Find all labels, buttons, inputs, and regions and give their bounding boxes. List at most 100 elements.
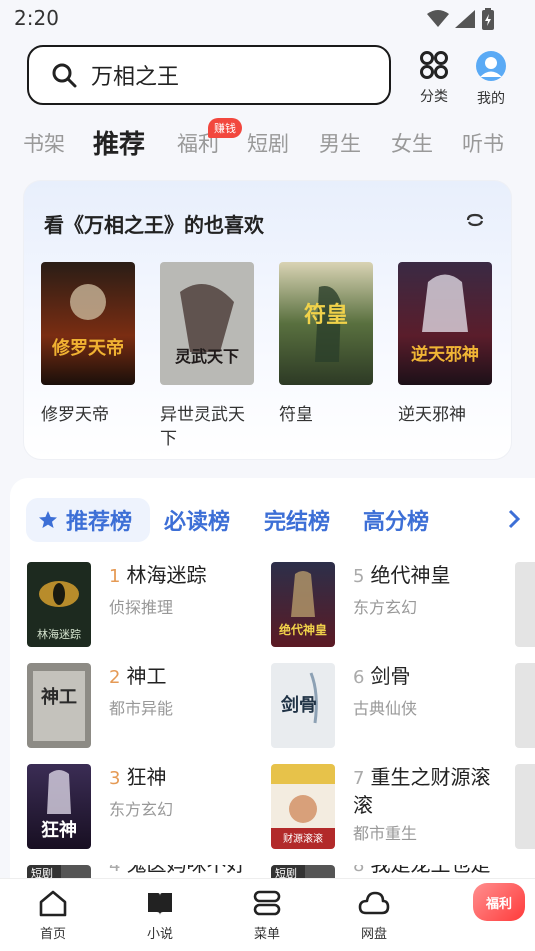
ranking-title: 1 林海迷踪 xyxy=(109,563,207,587)
ranking-genre: 东方玄幻 xyxy=(353,598,418,617)
book-item[interactable]: 修罗天帝 修罗天帝 xyxy=(41,262,135,427)
book-cover: 符皇 xyxy=(279,262,373,385)
tab-completed-rank[interactable]: 完结榜 xyxy=(264,504,330,536)
category-button[interactable]: 分类 xyxy=(409,50,459,106)
book-cover: 短剧 xyxy=(27,865,91,878)
cloud-icon xyxy=(358,891,390,915)
ranking-title: 6 剑骨 xyxy=(353,664,411,688)
channel-tabs: 书架 推荐 福利 短剧 男生 女生 听书 xyxy=(0,122,535,166)
tab-male[interactable]: 男生 xyxy=(319,128,361,158)
nav-home[interactable]: 首页 xyxy=(23,889,83,942)
tab-must-read-rank[interactable]: 必读榜 xyxy=(164,504,230,536)
tab-audiobook[interactable]: 听书 xyxy=(462,128,504,158)
ranking-item[interactable]: 短剧 4鬼医妈咪不好 xyxy=(27,865,257,878)
ranking-tabs: 推荐榜 必读榜 完结榜 高分榜 xyxy=(26,498,535,542)
grid-icon xyxy=(420,51,448,79)
book-cover: 财源滚滚 xyxy=(271,764,335,849)
ranking-title: 7 重生之财源滚滚 xyxy=(353,765,491,817)
book-cover: 神工 xyxy=(27,663,91,748)
next-column-peek xyxy=(515,764,535,849)
svg-text:符皇: 符皇 xyxy=(304,302,348,328)
ranking-genre: 侦探推理 xyxy=(109,598,174,617)
ranking-item[interactable]: 剑骨 6 剑骨 古典仙侠 xyxy=(271,663,501,753)
book-cover: 绝代神皇 xyxy=(271,562,335,647)
ranking-genre: 古典仙侠 xyxy=(353,699,418,718)
search-icon xyxy=(52,63,77,88)
book-cover: 狂神 xyxy=(27,764,91,849)
earn-badge: 赚钱 xyxy=(208,118,242,138)
ranking-title: 5 绝代神皇 xyxy=(353,563,451,587)
profile-button[interactable]: 我的 xyxy=(466,50,516,108)
nav-home-label: 首页 xyxy=(39,927,66,942)
ranking-title: 2 神工 xyxy=(109,664,167,688)
welfare-floating-button[interactable]: 福利 xyxy=(473,883,525,921)
ranking-card: 推荐榜 必读榜 完结榜 高分榜 林海迷踪 1 林海迷踪 侦探推理 神工 2 神工 都… xyxy=(10,478,535,898)
avatar xyxy=(476,51,506,81)
ranking-item[interactable]: 林海迷踪 1 林海迷踪 侦探推理 xyxy=(27,562,257,652)
status-icons xyxy=(427,8,495,30)
ranking-genre: 都市异能 xyxy=(109,699,174,718)
book-title: 符皇 xyxy=(279,405,313,425)
status-time: 2:20 xyxy=(14,6,59,30)
book-item[interactable]: 符皇 符皇 xyxy=(279,262,373,427)
similar-books-title: 看《万相之王》的也喜欢 xyxy=(44,213,264,237)
book-title: 异世灵武天下 xyxy=(160,405,245,449)
status-bar: 2:20 xyxy=(0,0,535,38)
tab-recommend[interactable]: 推荐 xyxy=(93,124,145,161)
book-icon xyxy=(148,893,172,915)
svg-text:修罗天帝: 修罗天帝 xyxy=(51,337,124,359)
ranking-genre: 东方玄幻 xyxy=(109,800,174,819)
profile-label: 我的 xyxy=(477,91,505,107)
tab-bookshelf[interactable]: 书架 xyxy=(23,128,65,158)
nav-menu[interactable]: 菜单 xyxy=(237,889,297,942)
ranking-title: 3 狂神 xyxy=(109,765,167,789)
search-input[interactable]: 万相之王 xyxy=(27,45,391,105)
svg-text:财源滚滚: 财源滚滚 xyxy=(283,832,323,845)
svg-text:狂神: 狂神 xyxy=(41,819,77,841)
book-title: 修罗天帝 xyxy=(41,405,109,425)
svg-text:剑骨: 剑骨 xyxy=(280,694,317,716)
book-cover: 短剧 xyxy=(271,865,335,878)
battery-icon xyxy=(482,8,494,30)
ranking-item[interactable]: 狂神 3 狂神 东方玄幻 xyxy=(27,764,257,854)
ranking-title: 8我是龙王也是 xyxy=(353,865,490,876)
next-column-peek xyxy=(515,663,535,748)
category-label: 分类 xyxy=(420,89,448,105)
svg-text:绝代神皇: 绝代神皇 xyxy=(279,622,327,637)
bottom-nav: 首页 小说 菜单 网盘 xyxy=(0,878,535,951)
book-item[interactable]: 灵武天下 异世灵武天下 xyxy=(160,262,254,451)
ranking-item[interactable]: 短剧 8我是龙王也是 xyxy=(271,865,501,878)
book-cover: 逆天邪神 xyxy=(398,262,492,385)
book-title: 逆天邪神 xyxy=(398,405,466,425)
search-query-text: 万相之王 xyxy=(91,65,180,90)
ranking-title: 4鬼医妈咪不好 xyxy=(109,865,246,876)
book-cover: 修罗天帝 xyxy=(41,262,135,385)
nav-novel[interactable]: 小说 xyxy=(130,889,190,942)
nav-menu-label: 菜单 xyxy=(253,927,280,942)
tab-short-drama[interactable]: 短剧 xyxy=(247,128,289,158)
ranking-item[interactable]: 神工 2 神工 都市异能 xyxy=(27,663,257,753)
nav-cloud-drive-label: 网盘 xyxy=(360,927,387,942)
svg-text:逆天邪神: 逆天邪神 xyxy=(411,344,479,365)
tab-female[interactable]: 女生 xyxy=(391,128,433,158)
home-icon xyxy=(39,890,67,917)
menu-icon xyxy=(253,890,281,916)
wifi-icon xyxy=(427,10,449,27)
star-icon xyxy=(39,511,57,528)
ranking-item[interactable]: 财源滚滚 7 重生之财源滚滚 都市重生 xyxy=(271,764,501,854)
refresh-icon[interactable] xyxy=(465,213,485,227)
tab-top-rated-rank[interactable]: 高分榜 xyxy=(363,504,429,536)
book-cover: 剑骨 xyxy=(271,663,335,748)
similar-books-card: 看《万相之王》的也喜欢 修罗天帝 修罗天帝 灵武天下 异世灵武天下 符皇 符皇 xyxy=(23,180,512,460)
tab-recommend-rank[interactable]: 推荐榜 xyxy=(66,504,132,536)
svg-text:神工: 神工 xyxy=(41,686,77,708)
book-item[interactable]: 逆天邪神 逆天邪神 xyxy=(398,262,492,427)
nav-cloud-drive[interactable]: 网盘 xyxy=(344,889,404,942)
book-cover: 灵武天下 xyxy=(160,262,254,385)
ranking-item[interactable]: 绝代神皇 5 绝代神皇 东方玄幻 xyxy=(271,562,501,652)
book-cover: 林海迷踪 xyxy=(27,562,91,647)
chevron-right-icon[interactable] xyxy=(507,508,521,530)
signal-icon xyxy=(455,10,475,28)
svg-text:灵武天下: 灵武天下 xyxy=(175,347,239,366)
nav-novel-label: 小说 xyxy=(146,927,173,942)
